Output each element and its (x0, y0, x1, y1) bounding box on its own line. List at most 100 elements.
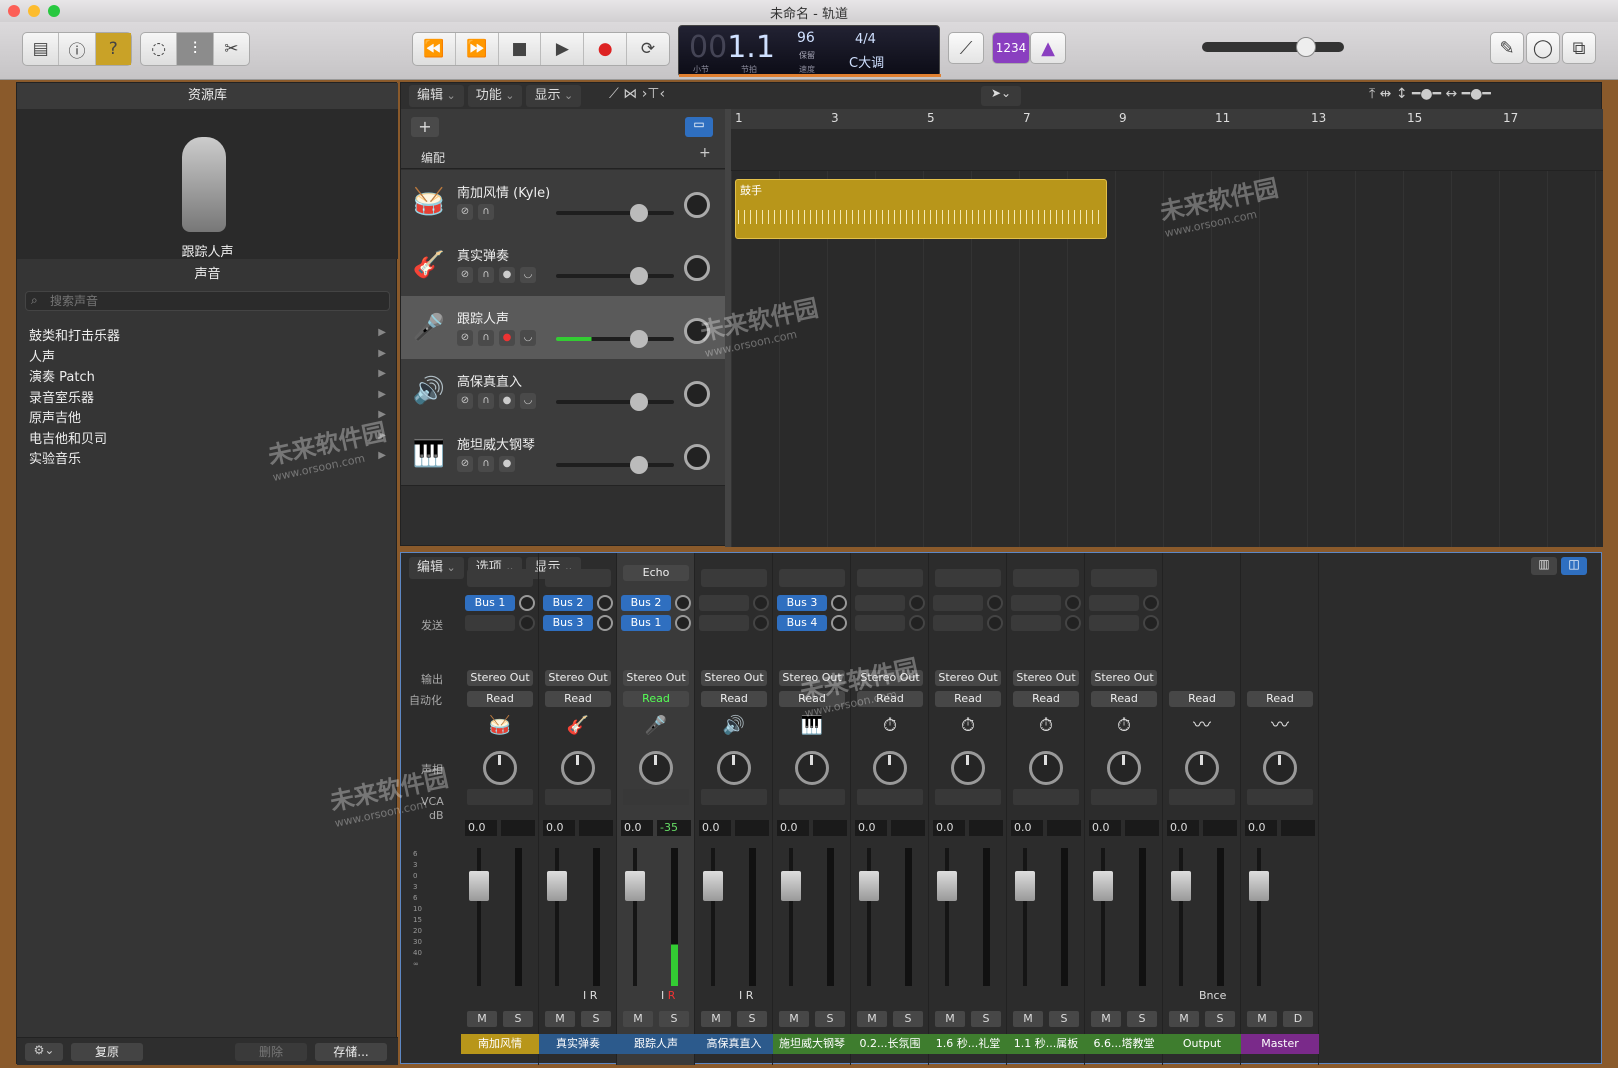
send-slot[interactable] (1089, 615, 1139, 631)
output-button[interactable]: Stereo Out (1091, 670, 1157, 686)
automation-mode-button[interactable]: Read (623, 691, 689, 707)
vca-slot[interactable] (1091, 789, 1157, 805)
mute-button[interactable]: M (467, 1011, 497, 1027)
output-button[interactable]: Stereo Out (545, 670, 611, 686)
plugin-slot[interactable] (857, 569, 923, 587)
gear-icon[interactable]: ⚙⌄ (25, 1043, 63, 1061)
send-level-knob[interactable] (753, 615, 769, 631)
automation-mode-button[interactable]: Read (1169, 691, 1235, 707)
solo-button[interactable]: S (815, 1011, 845, 1027)
volume-fader[interactable] (625, 871, 645, 901)
automation-mode-button[interactable]: Read (545, 691, 611, 707)
mute-button[interactable]: M (1247, 1011, 1277, 1027)
menu-0[interactable]: 编辑 (409, 557, 464, 579)
send-slot[interactable] (933, 595, 983, 611)
output-button[interactable]: Stereo Out (701, 670, 767, 686)
send-slot[interactable] (699, 595, 749, 611)
record-enable-icon[interactable]: ● (499, 393, 515, 409)
plugin-slot[interactable] (935, 569, 1001, 587)
headphones-icon[interactable]: ∩ (478, 204, 494, 220)
mute-icon[interactable]: ⊘ (457, 267, 473, 283)
automation-mode-button[interactable]: Read (467, 691, 533, 707)
menu-0[interactable]: 编辑 (409, 85, 464, 107)
solo-button[interactable]: S (971, 1011, 1001, 1027)
volume-fader[interactable] (703, 871, 723, 901)
solo-button[interactable]: S (1205, 1011, 1235, 1027)
pan-knob[interactable] (483, 751, 517, 785)
mute-button[interactable]: M (779, 1011, 809, 1027)
inspector-icon[interactable]: ⓘ (59, 33, 96, 65)
track-header[interactable]: 🎹 施坦威大钢琴 ⊘ ∩ ● (401, 422, 725, 486)
send-level-knob[interactable] (831, 595, 847, 611)
loop-browser-icon[interactable]: ◯ (1526, 32, 1560, 64)
record-icon[interactable]: ● (584, 33, 628, 65)
track-volume-slider[interactable] (556, 456, 674, 474)
solo-button[interactable]: S (1049, 1011, 1079, 1027)
send-level-knob[interactable] (1143, 595, 1159, 611)
track-volume-slider[interactable] (556, 330, 674, 348)
rewind-icon[interactable]: ⏪ (413, 33, 456, 65)
fast-forward-icon[interactable]: ⏩ (456, 33, 499, 65)
send-level-knob[interactable] (987, 615, 1003, 631)
automation-mode-button[interactable]: Read (1091, 691, 1157, 707)
volume-fader[interactable] (547, 871, 567, 901)
vca-slot[interactable] (701, 789, 767, 805)
track-header[interactable]: 🎸 真实弹奏 ⊘ ∩ ● ◡ (401, 233, 725, 297)
send-level-knob[interactable] (1065, 615, 1081, 631)
pan-knob[interactable] (795, 751, 829, 785)
library-category-item[interactable]: 人声 ▶ (17, 344, 398, 365)
pan-knob[interactable] (684, 381, 710, 407)
note-pad-icon[interactable]: ✎ (1490, 32, 1524, 64)
send-slot[interactable] (855, 615, 905, 631)
track-volume-slider[interactable] (556, 204, 674, 222)
output-button[interactable]: Stereo Out (623, 670, 689, 686)
solo-button[interactable]: S (893, 1011, 923, 1027)
send-level-knob[interactable] (831, 615, 847, 631)
solo-button[interactable]: S (737, 1011, 767, 1027)
cycle-icon[interactable]: ⟳ (627, 33, 669, 65)
volume-fader[interactable] (859, 871, 879, 901)
automation-mode-button[interactable]: Read (1247, 691, 1313, 707)
volume-fader[interactable] (937, 871, 957, 901)
master-volume-knob[interactable] (1296, 37, 1316, 57)
volume-knob[interactable] (630, 456, 648, 474)
search-sounds-input[interactable] (25, 291, 390, 311)
library-category-item[interactable]: 鼓类和打击乐器 ▶ (17, 323, 398, 344)
delete-button[interactable]: 删除 (235, 1043, 307, 1061)
pointer-tool-icon[interactable]: ➤⌄ (981, 86, 1021, 106)
input-record-toggle[interactable]: I R (739, 989, 753, 1002)
menu-1[interactable]: 功能 (467, 85, 523, 107)
send-level-knob[interactable] (675, 595, 691, 611)
record-enable-icon[interactable]: ● (499, 267, 515, 283)
input-monitor-icon[interactable]: ◡ (520, 330, 536, 346)
input-monitor-icon[interactable]: ◡ (520, 393, 536, 409)
input-record-toggle[interactable]: I R (661, 989, 675, 1002)
automation-mode-button[interactable]: Read (935, 691, 1001, 707)
send-slot[interactable] (1011, 595, 1061, 611)
send-level-knob[interactable] (597, 615, 613, 631)
mute-icon[interactable]: ⊘ (457, 204, 473, 220)
solo-button[interactable]: S (659, 1011, 689, 1027)
play-icon[interactable]: ▶ (541, 33, 585, 65)
library-category-item[interactable]: 录音室乐器 ▶ (17, 385, 398, 406)
send-level-knob[interactable] (597, 595, 613, 611)
send-level-knob[interactable] (1143, 615, 1159, 631)
automation-icon[interactable]: ⟋ ⋈ ›⊤‹ (609, 86, 665, 102)
count-in-button[interactable]: 1234 (992, 32, 1030, 64)
track-header[interactable]: 🥁 南加风情 (Kyle) ⊘ ∩ (401, 170, 725, 234)
metronome-icon[interactable]: ▲ (1030, 32, 1066, 64)
scissors-icon[interactable]: ✂ (214, 33, 249, 65)
quick-help-icon[interactable]: ? (95, 33, 131, 65)
vca-slot[interactable] (857, 789, 923, 805)
volume-knob[interactable] (630, 393, 648, 411)
catch-icon[interactable]: ▭ (685, 117, 713, 137)
arrange-lane[interactable] (731, 129, 1603, 171)
mute-button[interactable]: M (1169, 1011, 1199, 1027)
solo-button[interactable]: D (1283, 1011, 1313, 1027)
vca-slot[interactable] (935, 789, 1001, 805)
mute-icon[interactable]: ⊘ (457, 456, 473, 472)
volume-fader[interactable] (1093, 871, 1113, 901)
mute-icon[interactable]: ⊘ (457, 393, 473, 409)
master-volume-slider[interactable] (1202, 37, 1344, 57)
zoom-icon[interactable]: ⤒ ⇹ ↕ ━●━ ↔ ━●━ (1369, 86, 1491, 102)
